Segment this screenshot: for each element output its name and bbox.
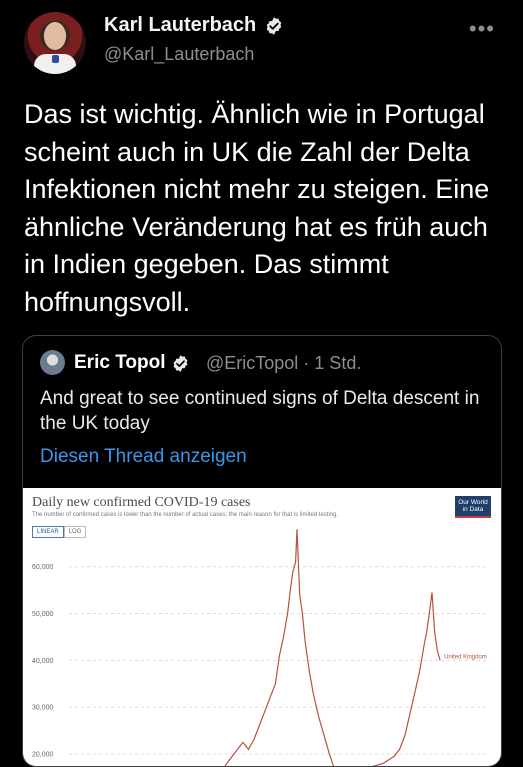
author-name[interactable]: Karl Lauterbach [104,14,256,37]
chart-plot: 60,000 50,000 40,000 30,000 20,000 United Kin… [32,529,489,766]
avatar-bowtie [52,55,59,63]
quoted-author-name-row[interactable]: Eric Topol [74,352,190,374]
quoted-author-avatar[interactable] [40,350,65,375]
verified-badge-icon [174,354,188,372]
y-tick-label: 40,000 [32,658,54,665]
quoted-tweet[interactable]: Eric Topol @EricTopol · 1 Std. And great… [22,335,502,767]
series-line-united-kingdom [224,529,441,766]
more-options-icon[interactable]: ••• [469,16,495,42]
avatar-face [44,22,66,50]
quoted-author-name[interactable]: Eric Topol [74,352,165,374]
author-name-row[interactable]: Karl Lauterbach [104,14,284,37]
y-tick-label: 30,000 [32,705,54,712]
covid-chart-image[interactable]: Daily new confirmed COVID-19 cases The n… [23,488,501,766]
y-tick-label: 50,000 [32,611,54,618]
verified-badge-icon [267,16,282,35]
quoted-handle-time[interactable]: @EricTopol · 1 Std. [206,353,361,374]
quoted-text: And great to see continued signs of Delt… [40,388,480,434]
author-handle[interactable]: @Karl_Lauterbach [104,44,254,65]
author-avatar[interactable] [24,12,86,74]
show-thread-link[interactable]: Diesen Thread anzeigen [40,446,247,468]
y-tick-label: 20,000 [32,751,54,758]
y-tick-label: 60,000 [32,564,54,571]
tweet-text: Das ist wichtig. Ähnlich wie in Portugal… [24,99,490,317]
series-label: United Kingdom [444,654,487,660]
